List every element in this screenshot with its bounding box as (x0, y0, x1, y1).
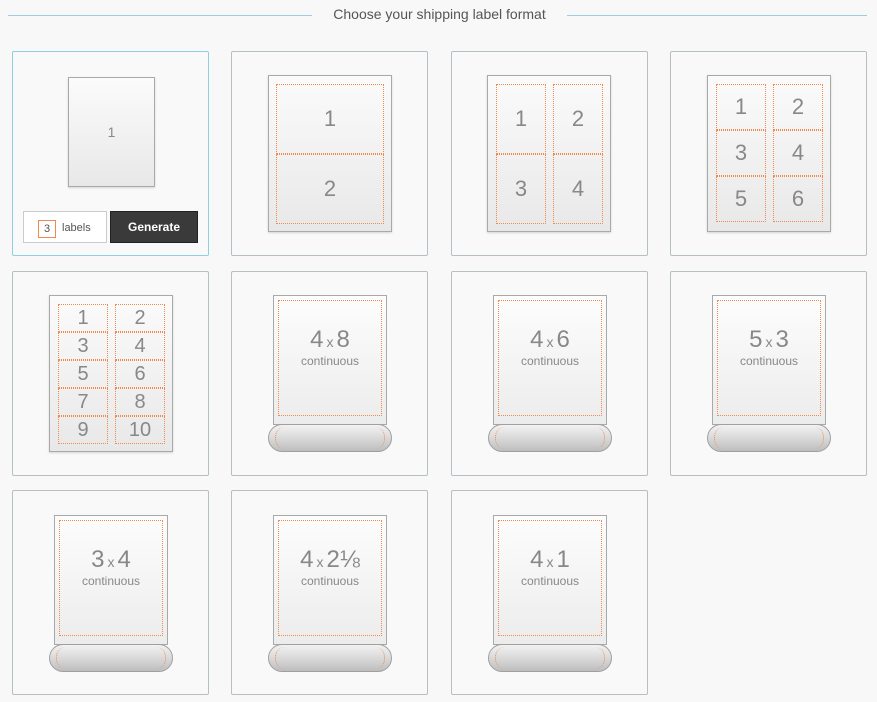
format-card-roll-5x3[interactable]: 5x3 continuous (670, 271, 867, 476)
label-cell: 1 (716, 84, 766, 130)
label-cell: 1 (276, 84, 384, 154)
label-cell: 2 (553, 84, 603, 154)
format-card-roll-4x8[interactable]: 4x8 continuous (231, 271, 428, 476)
label-cell: 1 (58, 304, 108, 332)
generate-button[interactable]: Generate (110, 211, 198, 243)
label-cell: 6 (115, 360, 165, 388)
label-cell: 1 (496, 84, 546, 154)
sheet-preview: 1 (68, 77, 155, 187)
quantity-label: labels (62, 222, 91, 234)
label-cell: 7 (58, 388, 108, 416)
header: Choose your shipping label format (0, 0, 877, 30)
roll-cylinder (707, 424, 831, 452)
quantity-box: labels (23, 211, 107, 243)
format-dimensions: 4 x 2⅛ continuous (300, 546, 360, 588)
sheet-preview: 1 2 3 4 5 6 7 8 9 10 (49, 295, 173, 452)
roll-cylinder (488, 424, 612, 452)
header-divider-left (8, 15, 312, 16)
page-title: Choose your shipping label format (333, 6, 546, 22)
sheet-preview: 1 2 (268, 75, 392, 232)
label-cell: 10 (115, 416, 165, 444)
roll-paper: 4x1 continuous (493, 515, 607, 645)
label-cell: 5 (716, 176, 766, 222)
sheet-preview: 1 2 3 4 5 6 (707, 75, 831, 232)
label-cell: 6 (773, 176, 823, 222)
roll-cylinder (49, 644, 173, 672)
format-dimensions: 5x3 continuous (739, 326, 799, 368)
format-dimensions: 4x1 continuous (520, 546, 580, 588)
label-cell: 4 (115, 332, 165, 360)
header-divider-right (567, 15, 867, 16)
sheet-preview: 1 2 3 4 (487, 75, 611, 232)
roll-paper: 4x8 continuous (273, 295, 387, 425)
roll-paper: 4x6 continuous (493, 295, 607, 425)
format-card-roll-4x2-1-8[interactable]: 4 x 2⅛ continuous (231, 490, 428, 695)
format-card-sheet-6[interactable]: 1 2 3 4 5 6 (670, 51, 867, 256)
format-card-roll-4x6[interactable]: 4x6 continuous (451, 271, 648, 476)
label-cell: 4 (773, 130, 823, 176)
roll-cylinder (268, 424, 392, 452)
label-cell: 9 (58, 416, 108, 444)
label-cell: 5 (58, 360, 108, 388)
label-cell: 8 (115, 388, 165, 416)
label-cell: 3 (716, 130, 766, 176)
quantity-input[interactable] (38, 220, 56, 238)
format-dimensions: 4x6 continuous (520, 326, 580, 368)
label-cell: 3 (58, 332, 108, 360)
roll-paper: 4 x 2⅛ continuous (273, 515, 387, 645)
roll-paper: 5x3 continuous (712, 295, 826, 425)
format-card-sheet-1[interactable]: 1 labels Generate (12, 51, 209, 256)
format-dimensions: 3x4 continuous (81, 546, 141, 588)
roll-cylinder (488, 644, 612, 672)
label-cell: 2 (276, 154, 384, 224)
label-number: 1 (107, 124, 116, 140)
label-cell: 3 (496, 154, 546, 224)
format-card-roll-4x1[interactable]: 4x1 continuous (451, 490, 648, 695)
roll-cylinder (268, 644, 392, 672)
format-card-sheet-2[interactable]: 1 2 (231, 51, 428, 256)
format-card-sheet-10[interactable]: 1 2 3 4 5 6 7 8 9 10 (12, 271, 209, 476)
label-cell: 2 (773, 84, 823, 130)
label-cell: 2 (115, 304, 165, 332)
format-card-roll-3x4[interactable]: 3x4 continuous (12, 490, 209, 695)
roll-paper: 3x4 continuous (54, 515, 168, 645)
label-cell: 4 (553, 154, 603, 224)
format-card-sheet-4[interactable]: 1 2 3 4 (451, 51, 648, 256)
format-dimensions: 4x8 continuous (300, 326, 360, 368)
